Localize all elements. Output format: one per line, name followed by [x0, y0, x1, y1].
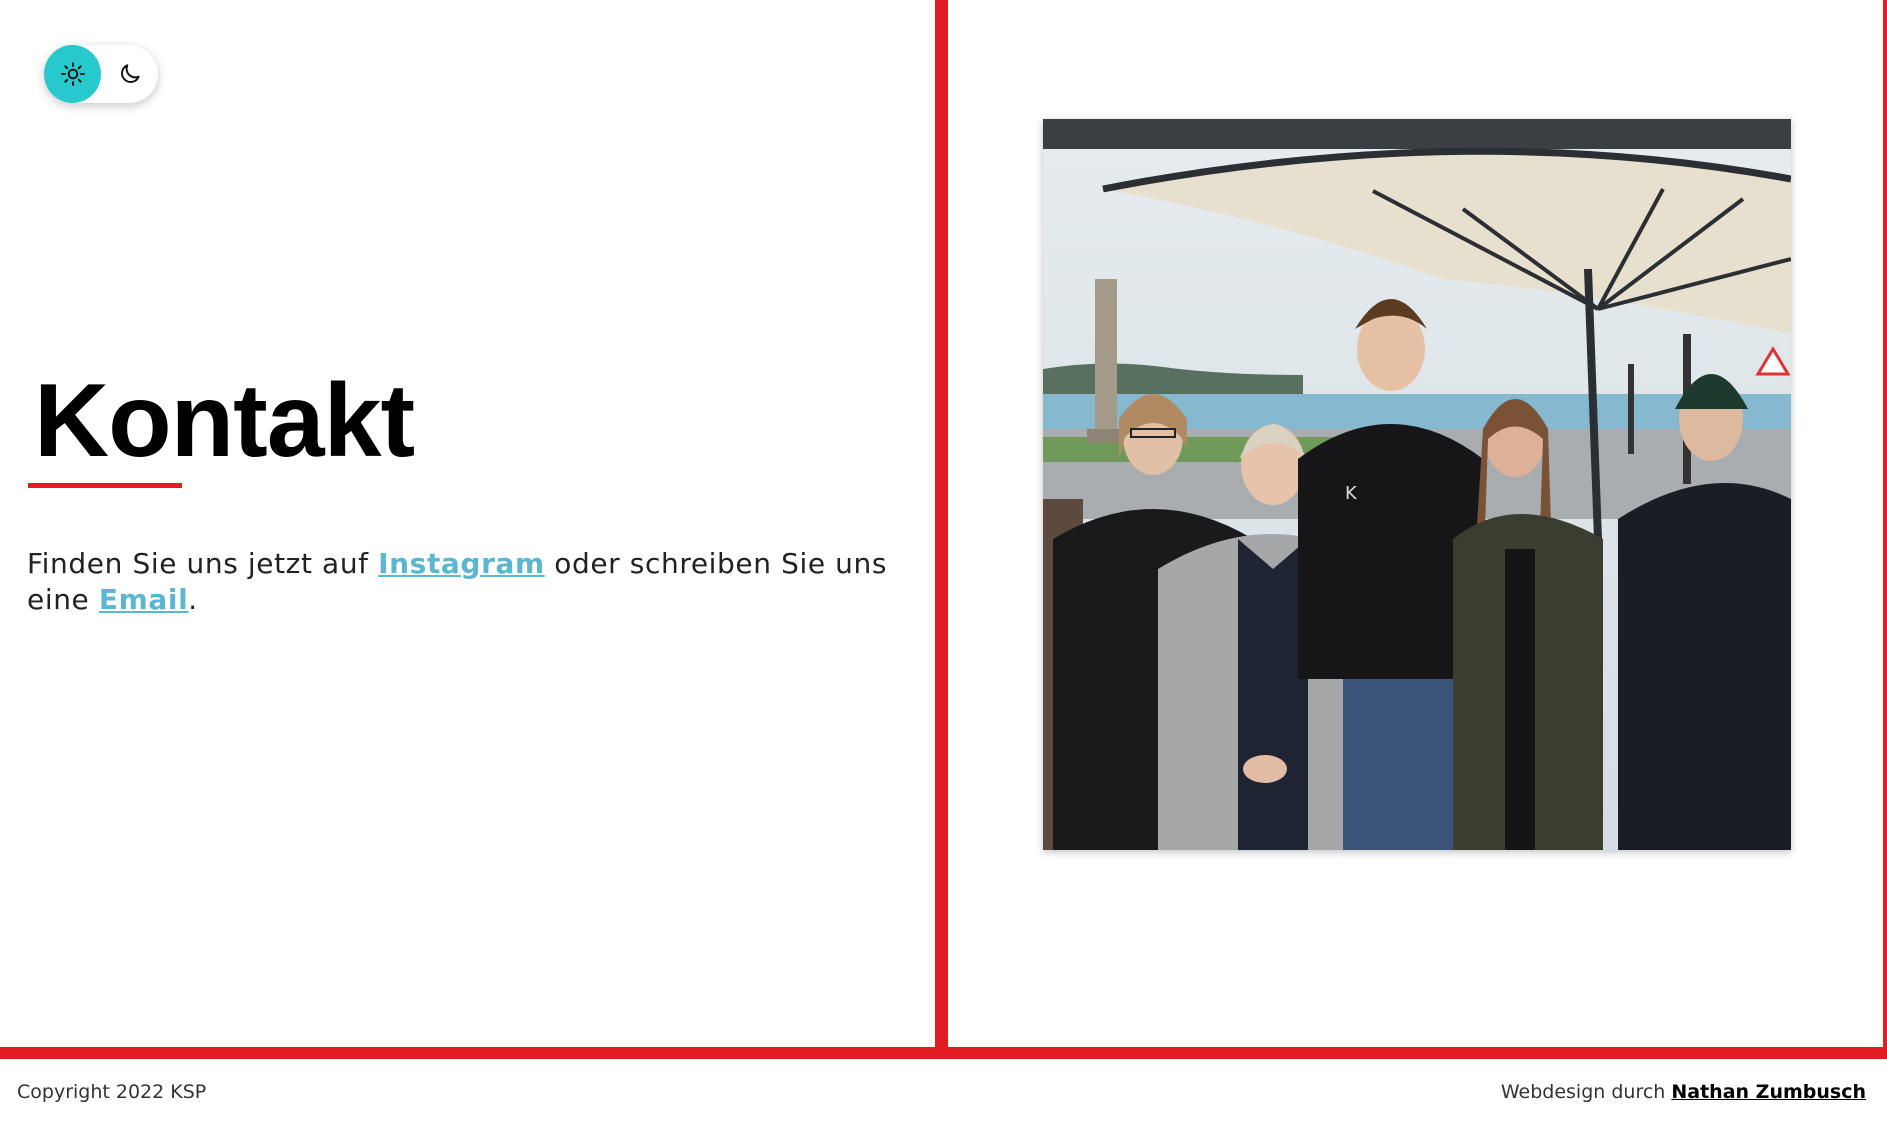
webdesign-credit: Webdesign durch Nathan Zumbusch: [1501, 1081, 1866, 1103]
sun-icon: [60, 62, 85, 86]
footer-divider: [0, 1047, 1887, 1059]
copyright-text: Copyright 2022 KSP: [17, 1081, 207, 1103]
vertical-divider: [935, 0, 948, 1058]
contact-text: Finden Sie uns jetzt auf Instagram oder …: [27, 546, 917, 618]
moon-icon: [120, 64, 140, 83]
contact-text-after: .: [188, 583, 198, 616]
page-title: Kontakt: [34, 363, 415, 479]
designer-link[interactable]: Nathan Zumbusch: [1671, 1081, 1866, 1103]
instagram-link[interactable]: Instagram: [378, 547, 545, 580]
theme-toggle[interactable]: [44, 45, 158, 103]
light-mode-button[interactable]: [44, 45, 101, 103]
svg-text:K: K: [1345, 483, 1358, 504]
group-photo: K: [1043, 119, 1791, 850]
contact-text-before: Finden Sie uns jetzt auf: [27, 547, 379, 580]
title-underline: [28, 483, 182, 488]
dark-mode-button[interactable]: [101, 45, 158, 103]
email-link[interactable]: Email: [99, 583, 188, 616]
group-photo-image: K: [1043, 119, 1791, 850]
credit-prefix: Webdesign durch: [1500, 1081, 1672, 1103]
right-edge-divider: [1883, 0, 1887, 1058]
page: Kontakt Finden Sie uns jetzt auf Instagr…: [0, 0, 1887, 1124]
